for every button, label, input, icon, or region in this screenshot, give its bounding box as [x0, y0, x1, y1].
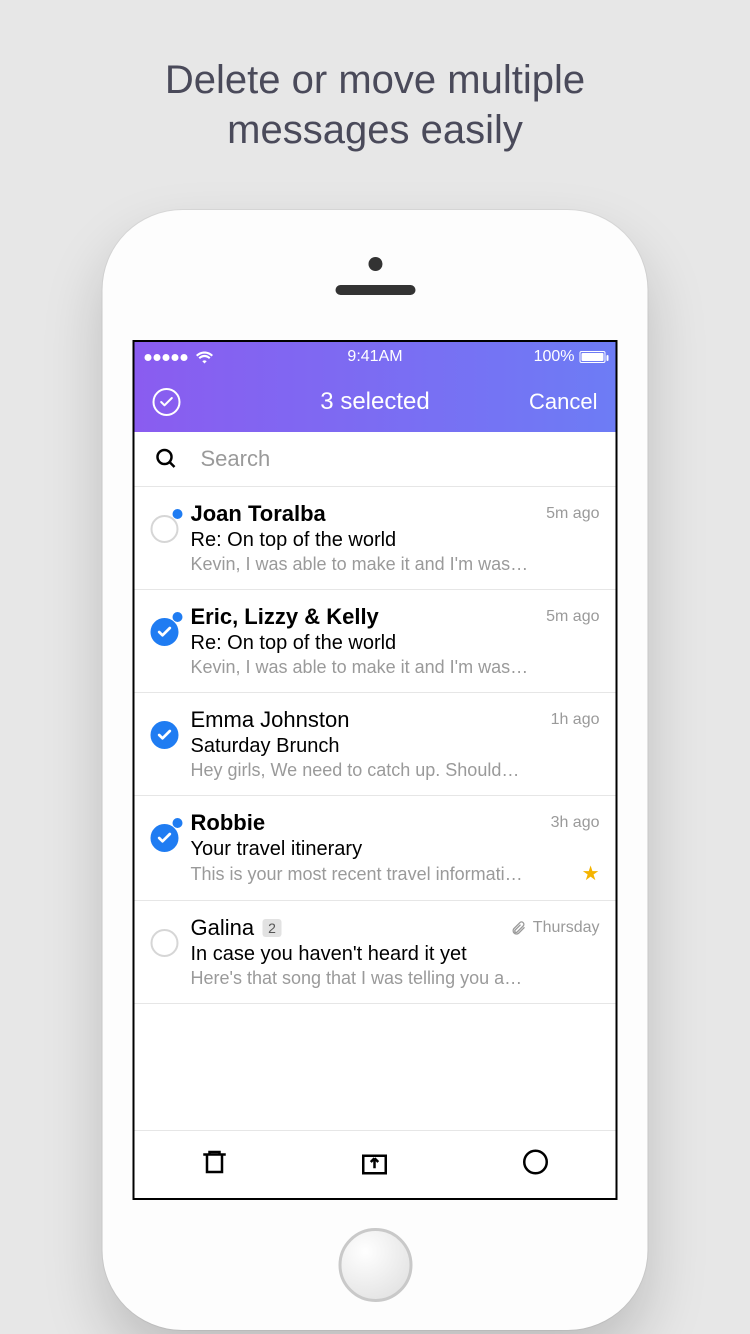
move-button[interactable] [360, 1147, 390, 1182]
check-icon [157, 624, 173, 640]
sender-name: Robbie [191, 810, 266, 836]
bottom-toolbar [135, 1130, 616, 1198]
battery-percent: 100% [534, 348, 575, 366]
home-button[interactable] [338, 1228, 412, 1302]
check-icon [157, 727, 173, 743]
timestamp: 3h ago [543, 814, 600, 832]
nav-bar: 3 selected Cancel [135, 372, 616, 432]
timestamp: 5m ago [538, 505, 599, 523]
preview-text: Kevin, I was able to make it and I'm was… [191, 657, 600, 678]
unread-dot-icon [173, 818, 183, 828]
promo-headline: Delete or move multiple messages easily [0, 0, 750, 155]
email-row[interactable]: Eric, Lizzy & Kelly 5m ago Re: On top of t… [135, 590, 616, 693]
trash-icon [200, 1147, 230, 1177]
preview-text: Hey girls, We need to catch up. Should… [191, 760, 600, 781]
battery-icon [580, 351, 606, 363]
search-row[interactable] [135, 432, 616, 487]
status-time: 9:41AM [347, 348, 402, 366]
thread-count-badge: 2 [262, 919, 282, 937]
timestamp: Thursday [503, 919, 600, 937]
select-checkbox[interactable] [151, 515, 179, 543]
email-row[interactable]: Emma Johnston 1h ago Saturday BrunchHey gi… [135, 693, 616, 796]
subject: Re: On top of the world [191, 529, 600, 552]
signal-dots-icon [145, 348, 190, 366]
phone-speaker [335, 285, 415, 295]
preview-text: This is your most recent travel informat… [191, 864, 576, 885]
select-checkbox[interactable] [151, 721, 179, 749]
select-checkbox[interactable] [151, 618, 179, 646]
check-icon [157, 830, 173, 846]
delete-button[interactable] [200, 1147, 230, 1182]
sender-name: Emma Johnston [191, 707, 350, 733]
phone-camera [368, 257, 382, 271]
circle-icon [520, 1147, 550, 1177]
move-to-folder-icon [360, 1147, 390, 1177]
search-input[interactable] [201, 446, 596, 472]
unread-dot-icon [173, 509, 183, 519]
subject: Re: On top of the world [191, 632, 600, 655]
cancel-button[interactable]: Cancel [529, 389, 597, 415]
preview-text: Here's that song that I was telling you … [191, 968, 600, 989]
sender-name: Eric, Lizzy & Kelly [191, 604, 379, 630]
select-checkbox[interactable] [151, 824, 179, 852]
select-all-button[interactable] [153, 388, 181, 416]
subject: Your travel itinerary [191, 838, 600, 861]
email-row[interactable]: Robbie 3h ago Your travel itinerary This is… [135, 796, 616, 901]
timestamp: 1h ago [543, 711, 600, 729]
wifi-icon [196, 351, 214, 364]
mark-button[interactable] [520, 1147, 550, 1182]
select-checkbox[interactable] [151, 929, 179, 957]
subject: In case you haven't heard it yet [191, 943, 600, 966]
email-row[interactable]: Galina 2 Thursday In case you haven't heard… [135, 901, 616, 1004]
star-icon[interactable]: ★ [582, 861, 600, 886]
screen: 9:41AM 100% 3 selected Cancel Joan Toral… [133, 340, 618, 1200]
email-row[interactable]: Joan Toralba 5m ago Re: On top of the worl… [135, 487, 616, 590]
phone-frame: 9:41AM 100% 3 selected Cancel Joan Toral… [103, 210, 648, 1330]
nav-title: 3 selected [320, 388, 429, 416]
timestamp: 5m ago [538, 608, 599, 626]
status-bar: 9:41AM 100% [135, 342, 616, 372]
preview-text: Kevin, I was able to make it and I'm was… [191, 554, 600, 575]
attachment-icon [511, 920, 527, 936]
search-icon [155, 447, 179, 471]
subject: Saturday Brunch [191, 735, 600, 758]
email-list[interactable]: Joan Toralba 5m ago Re: On top of the worl… [135, 487, 616, 1004]
unread-dot-icon [173, 612, 183, 622]
sender-name: Joan Toralba [191, 501, 326, 527]
sender-name: Galina [191, 915, 255, 941]
check-icon [159, 394, 175, 410]
